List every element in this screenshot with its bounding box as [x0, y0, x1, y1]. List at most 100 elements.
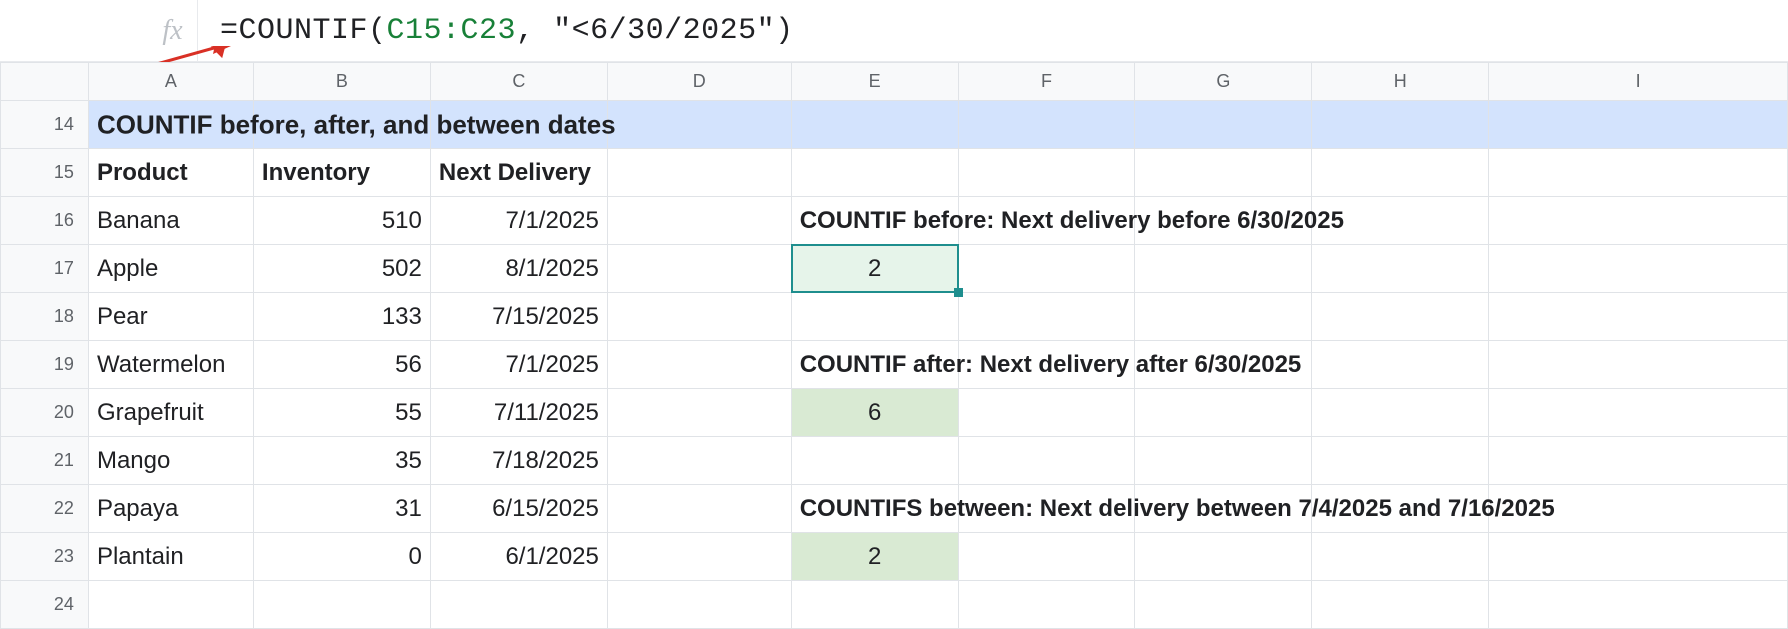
- cell-B21[interactable]: 35: [253, 437, 430, 485]
- row-header-24[interactable]: 24: [1, 581, 89, 629]
- cell-G24[interactable]: [1135, 581, 1312, 629]
- cell-I20[interactable]: [1489, 389, 1788, 437]
- cell-H21[interactable]: [1312, 437, 1489, 485]
- cell-C18[interactable]: 7/15/2025: [430, 293, 607, 341]
- cell-E21[interactable]: [791, 437, 958, 485]
- row-header-19[interactable]: 19: [1, 341, 89, 389]
- col-header-G[interactable]: G: [1135, 63, 1312, 101]
- row-header-20[interactable]: 20: [1, 389, 89, 437]
- col-header-E[interactable]: E: [791, 63, 958, 101]
- cell-H20[interactable]: [1312, 389, 1489, 437]
- cell-A22[interactable]: Papaya: [88, 485, 253, 533]
- cell-D21[interactable]: [607, 437, 791, 485]
- col-header-B[interactable]: B: [253, 63, 430, 101]
- cell-C24[interactable]: [430, 581, 607, 629]
- cell-D20[interactable]: [607, 389, 791, 437]
- cell-G18[interactable]: [1135, 293, 1312, 341]
- cell-F15[interactable]: [958, 149, 1135, 197]
- cell-G20[interactable]: [1135, 389, 1312, 437]
- cell-F24[interactable]: [958, 581, 1135, 629]
- row-header-18[interactable]: 18: [1, 293, 89, 341]
- cell-A14[interactable]: COUNTIF before, after, and between dates: [88, 101, 253, 149]
- cell-A16[interactable]: Banana: [88, 197, 253, 245]
- cell-B19[interactable]: 56: [253, 341, 430, 389]
- cell-E16[interactable]: COUNTIF before: Next delivery before 6/3…: [791, 197, 958, 245]
- cell-I15[interactable]: [1489, 149, 1788, 197]
- cell-D19[interactable]: [607, 341, 791, 389]
- cell-A21[interactable]: Mango: [88, 437, 253, 485]
- cell-D18[interactable]: [607, 293, 791, 341]
- cell-C17[interactable]: 8/1/2025: [430, 245, 607, 293]
- cell-E24[interactable]: [791, 581, 958, 629]
- cell-E19[interactable]: COUNTIF after: Next delivery after 6/30/…: [791, 341, 958, 389]
- cell-G14[interactable]: [1135, 101, 1312, 149]
- cell-I19[interactable]: [1489, 341, 1788, 389]
- cell-B15[interactable]: Inventory: [253, 149, 430, 197]
- col-header-H[interactable]: H: [1312, 63, 1489, 101]
- cell-F14[interactable]: [958, 101, 1135, 149]
- cell-B17[interactable]: 502: [253, 245, 430, 293]
- cell-A23[interactable]: Plantain: [88, 533, 253, 581]
- cell-C23[interactable]: 6/1/2025: [430, 533, 607, 581]
- cell-A18[interactable]: Pear: [88, 293, 253, 341]
- cell-I14[interactable]: [1489, 101, 1788, 149]
- cell-I23[interactable]: [1489, 533, 1788, 581]
- fill-handle[interactable]: [954, 288, 963, 297]
- cell-E14[interactable]: [791, 101, 958, 149]
- col-header-D[interactable]: D: [607, 63, 791, 101]
- cell-G15[interactable]: [1135, 149, 1312, 197]
- cell-C21[interactable]: 7/18/2025: [430, 437, 607, 485]
- cell-H17[interactable]: [1312, 245, 1489, 293]
- cell-I17[interactable]: [1489, 245, 1788, 293]
- cell-D15[interactable]: [607, 149, 791, 197]
- cell-E20[interactable]: 6: [791, 389, 958, 437]
- cell-H15[interactable]: [1312, 149, 1489, 197]
- cell-D24[interactable]: [607, 581, 791, 629]
- cell-I16[interactable]: [1489, 197, 1788, 245]
- cell-B22[interactable]: 31: [253, 485, 430, 533]
- row-header-23[interactable]: 23: [1, 533, 89, 581]
- cell-I21[interactable]: [1489, 437, 1788, 485]
- cell-G23[interactable]: [1135, 533, 1312, 581]
- col-header-F[interactable]: F: [958, 63, 1135, 101]
- cell-F21[interactable]: [958, 437, 1135, 485]
- cell-C15[interactable]: Next Delivery: [430, 149, 607, 197]
- cell-G17[interactable]: [1135, 245, 1312, 293]
- col-header-C[interactable]: C: [430, 63, 607, 101]
- cell-D17[interactable]: [607, 245, 791, 293]
- cell-C20[interactable]: 7/11/2025: [430, 389, 607, 437]
- formula-input[interactable]: =COUNTIF(C15:C23, "<6/30/2025"): [198, 14, 794, 48]
- cell-D14[interactable]: [607, 101, 791, 149]
- cell-B24[interactable]: [253, 581, 430, 629]
- cell-B18[interactable]: 133: [253, 293, 430, 341]
- cell-B20[interactable]: 55: [253, 389, 430, 437]
- cell-A15[interactable]: Product: [88, 149, 253, 197]
- row-header-17[interactable]: 17: [1, 245, 89, 293]
- cell-C19[interactable]: 7/1/2025: [430, 341, 607, 389]
- cell-G21[interactable]: [1135, 437, 1312, 485]
- cell-A17[interactable]: Apple: [88, 245, 253, 293]
- cell-F20[interactable]: [958, 389, 1135, 437]
- cell-E15[interactable]: [791, 149, 958, 197]
- cell-E23[interactable]: 2: [791, 533, 958, 581]
- cell-H24[interactable]: [1312, 581, 1489, 629]
- cell-A19[interactable]: Watermelon: [88, 341, 253, 389]
- select-all-corner[interactable]: [1, 63, 89, 101]
- cell-D16[interactable]: [607, 197, 791, 245]
- cell-A20[interactable]: Grapefruit: [88, 389, 253, 437]
- row-header-16[interactable]: 16: [1, 197, 89, 245]
- cell-F23[interactable]: [958, 533, 1135, 581]
- cell-H14[interactable]: [1312, 101, 1489, 149]
- cell-E22[interactable]: COUNTIFS between: Next delivery between …: [791, 485, 958, 533]
- cell-E18[interactable]: [791, 293, 958, 341]
- spreadsheet-grid[interactable]: A B C D E F G H I 14 COUNTIF before, aft…: [0, 62, 1788, 629]
- row-header-22[interactable]: 22: [1, 485, 89, 533]
- cell-D22[interactable]: [607, 485, 791, 533]
- cell-F17[interactable]: [958, 245, 1135, 293]
- row-header-21[interactable]: 21: [1, 437, 89, 485]
- col-header-A[interactable]: A: [88, 63, 253, 101]
- cell-D23[interactable]: [607, 533, 791, 581]
- row-header-15[interactable]: 15: [1, 149, 89, 197]
- cell-H18[interactable]: [1312, 293, 1489, 341]
- cell-E17[interactable]: 2: [791, 245, 958, 293]
